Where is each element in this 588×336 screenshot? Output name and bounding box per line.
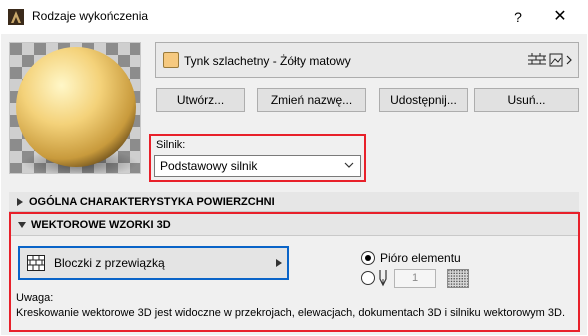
dialog-content: Tynk szlachetny - Żółty matowy Utwórz...… [1, 34, 587, 335]
window-title: Rodzaje wykończenia [32, 9, 149, 23]
engine-group: Silnik: Podstawowy silnik [149, 134, 366, 182]
hatch-pattern-icon [528, 53, 546, 65]
create-button[interactable]: Utwórz... [156, 88, 245, 112]
close-button[interactable]: ✕ [546, 4, 574, 30]
texture-image-icon [549, 53, 563, 67]
engine-dropdown[interactable]: Podstawowy silnik [154, 155, 361, 177]
engine-value: Podstawowy silnik [160, 159, 258, 173]
section-general-title: OGÓLNA CHARAKTERYSTYKA POWIERZCHNI [29, 196, 275, 208]
triangle-right-icon [17, 198, 23, 206]
vector-patterns-panel: WEKTOROWE WZORKI 3D Bloczki z przewiązką… [9, 212, 580, 332]
pen-icon [379, 270, 387, 287]
triangle-down-icon [18, 222, 26, 228]
section-vector-header[interactable]: WEKTOROWE WZORKI 3D [11, 214, 578, 236]
element-pen-label: Pióro elementu [380, 251, 461, 265]
custom-pen-radio[interactable] [361, 271, 375, 285]
title-bar: Rodzaje wykończenia ? ✕ [0, 0, 588, 34]
note-title: Uwaga: [16, 292, 54, 304]
help-button[interactable]: ? [504, 4, 532, 30]
vector-pattern-name: Bloczki z przewiązką [54, 256, 165, 270]
material-name: Tynk szlachetny - Żółty matowy [184, 54, 351, 68]
chevron-right-icon [566, 55, 572, 65]
section-general-header[interactable]: OGÓLNA CHARAKTERYSTYKA POWIERZCHNI [9, 192, 579, 212]
rename-button[interactable]: Zmień nazwę... [257, 88, 366, 112]
sphere-preview-image [10, 43, 140, 173]
material-color-swatch [163, 52, 179, 68]
brick-pattern-icon [27, 255, 45, 271]
engine-label: Silnik: [156, 139, 186, 151]
material-preview [9, 42, 141, 174]
delete-button[interactable]: Usuń... [474, 88, 579, 112]
section-vector-title: WEKTOROWE WZORKI 3D [31, 219, 171, 231]
pen-number-field[interactable]: 1 [394, 269, 436, 288]
material-selector[interactable]: Tynk szlachetny - Żółty matowy [155, 42, 579, 78]
material-icons [528, 52, 572, 68]
pen-color-swatch[interactable] [447, 269, 469, 288]
share-button[interactable]: Udostępnij... [379, 88, 468, 112]
note-text: Kreskowanie wektorowe 3D jest widoczne w… [16, 307, 566, 319]
chevron-down-icon [344, 162, 354, 168]
vector-pattern-selector[interactable]: Bloczki z przewiązką [18, 246, 289, 280]
app-logo-icon [8, 9, 24, 25]
element-pen-radio[interactable] [361, 251, 375, 265]
triangle-right-icon [276, 259, 282, 267]
